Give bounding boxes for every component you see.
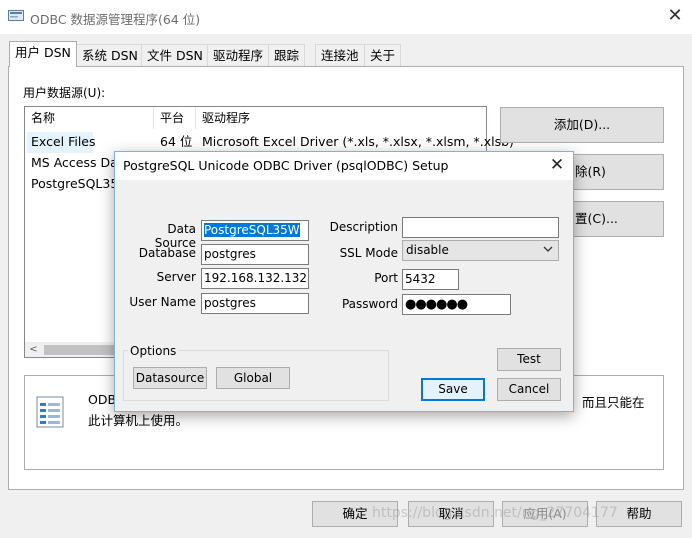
info-text-line1: ODB xyxy=(88,392,117,407)
data-source-info-icon xyxy=(36,396,64,428)
tab-user-dsn[interactable]: 用户 DSN xyxy=(9,41,77,67)
tab-tracing[interactable]: 跟踪 xyxy=(268,44,306,66)
ssl-mode-value: disable xyxy=(406,243,449,257)
list-item-name[interactable]: Excel Files xyxy=(31,132,96,152)
column-header-driver[interactable]: 驱动程序 xyxy=(202,107,250,129)
password-label: Password xyxy=(341,297,398,311)
tab-file-dsn[interactable]: 文件 DSN xyxy=(141,44,209,66)
data-source-value: PostgreSQL35W xyxy=(204,223,300,237)
window-close-button[interactable]: ✕ xyxy=(664,5,686,27)
description-label: Description xyxy=(329,220,398,234)
username-field[interactable]: postgres xyxy=(201,293,309,314)
window-title: ODBC 数据源管理程序(64 位) xyxy=(30,12,201,27)
server-label: Server xyxy=(156,270,196,284)
server-field[interactable]: 192.168.132.132 xyxy=(201,268,309,289)
watermark: https://blog.csdn.net/ng_27704177 xyxy=(372,505,618,521)
tab-connection-pooling[interactable]: 连接池 xyxy=(315,44,365,66)
setup-dialog-close-button[interactable]: ✕ xyxy=(545,153,569,177)
save-button[interactable]: Save xyxy=(421,378,485,401)
ssl-mode-label: SSL Mode xyxy=(339,246,398,260)
database-field[interactable]: postgres xyxy=(201,244,309,265)
tab-about[interactable]: 关于 xyxy=(364,44,402,66)
tab-drivers[interactable]: 驱动程序 xyxy=(207,44,270,66)
username-label: User Name xyxy=(129,295,196,309)
user-data-sources-label: 用户数据源(U): xyxy=(23,86,106,100)
tab-system-dsn[interactable]: 系统 DSN xyxy=(76,44,144,66)
datasource-button[interactable]: Datasource xyxy=(133,367,207,389)
column-header-platform[interactable]: 平台 xyxy=(160,107,184,129)
setup-dialog-title: PostgreSQL Unicode ODBC Driver (psqlODBC… xyxy=(123,158,449,173)
info-text-line2: 此计算机上使用。 xyxy=(88,413,189,428)
test-button[interactable]: Test xyxy=(497,348,561,371)
setup-cancel-button[interactable]: Cancel xyxy=(497,378,561,401)
scroll-left-arrow-icon[interactable]: < xyxy=(25,342,42,357)
password-field[interactable]: ●●●●●● xyxy=(402,294,511,315)
list-item-name[interactable]: MS Access Dat xyxy=(31,153,123,173)
list-item-name[interactable]: PostgreSQL35 xyxy=(31,174,118,194)
list-item-platform: 64 位 xyxy=(160,134,193,149)
column-header-name[interactable]: 名称 xyxy=(31,107,55,129)
options-label: Options xyxy=(128,344,179,358)
database-label: Database xyxy=(138,246,196,260)
port-label: Port xyxy=(374,271,398,285)
port-field[interactable]: 5432 xyxy=(402,269,459,290)
list-item-driver: Microsoft Excel Driver (*.xls, *.xlsx, *… xyxy=(202,134,514,149)
description-field[interactable] xyxy=(402,217,559,238)
add-button[interactable]: 添加(D)... xyxy=(500,107,664,143)
odbc-app-icon xyxy=(8,10,24,21)
data-source-field[interactable]: PostgreSQL35W xyxy=(201,220,309,241)
info-text-line1-right: 而且只能在 xyxy=(582,395,645,410)
chevron-down-icon xyxy=(543,246,553,252)
global-button[interactable]: Global xyxy=(216,367,290,389)
scrollbar-thumb[interactable] xyxy=(44,345,124,355)
